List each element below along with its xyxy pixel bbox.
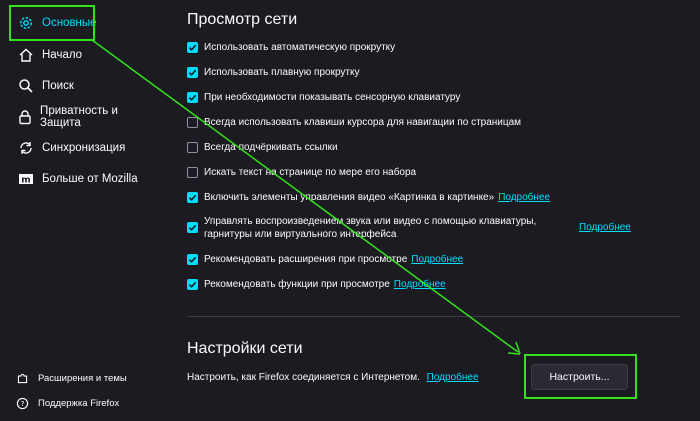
option-autoscroll[interactable]: Использовать автоматическую прокрутку xyxy=(187,41,395,54)
option-caret-browsing[interactable]: Всегда использовать клавиши курсора для … xyxy=(187,116,521,129)
sidebar-item-sync[interactable]: Синхронизация xyxy=(10,134,150,162)
highlight-box-general xyxy=(9,5,95,41)
option-label: Всегда подчёркивать ссылки xyxy=(204,142,338,153)
option-label: При необходимости показывать сенсорную к… xyxy=(204,92,461,103)
checkbox-unchecked[interactable] xyxy=(187,167,198,178)
option-picture-in-picture[interactable]: Включить элементы управления видео «Карт… xyxy=(187,191,550,204)
option-label-line2: гарнитуры или виртуального интерфейса xyxy=(204,229,397,240)
footer-item-support[interactable]: ? Поддержка Firefox xyxy=(14,394,119,412)
sync-icon xyxy=(16,138,36,158)
option-find-as-you-type[interactable]: Искать текст на странице по мере его наб… xyxy=(187,166,416,179)
option-label-line1: Управлять воспроизведением звука или вид… xyxy=(204,216,537,227)
option-recommend-features[interactable]: Рекомендовать функции при просмотре Подр… xyxy=(187,278,446,291)
sidebar-item-label: Начало xyxy=(42,49,83,61)
checkbox-unchecked[interactable] xyxy=(187,117,198,128)
learn-more-link[interactable]: Подробнее xyxy=(579,222,631,233)
learn-more-link[interactable]: Подробнее xyxy=(427,372,479,383)
network-description: Настроить, как Firefox соединяется с Инт… xyxy=(187,372,420,383)
option-label: Рекомендовать расширения при просмотре xyxy=(204,254,408,265)
footer-item-addons[interactable]: Расширения и темы xyxy=(14,369,127,387)
sidebar-item-label: Больше от Mozilla xyxy=(42,173,138,185)
search-icon xyxy=(16,76,36,96)
sidebar-item-label: Поиск xyxy=(42,80,74,92)
highlight-box-settings-button xyxy=(524,354,637,399)
option-underline-links[interactable]: Всегда подчёркивать ссылки xyxy=(187,141,338,154)
checkbox-checked[interactable] xyxy=(187,42,198,53)
checkbox-unchecked[interactable] xyxy=(187,142,198,153)
sidebar-item-home[interactable]: Начало xyxy=(10,41,150,69)
svg-text:m: m xyxy=(21,176,30,186)
checkbox-checked[interactable] xyxy=(187,67,198,78)
option-label: Искать текст на странице по мере его наб… xyxy=(204,167,417,178)
section-title-browsing: Просмотр сети xyxy=(187,11,298,28)
checkbox-checked[interactable] xyxy=(187,279,198,290)
checkbox-checked[interactable] xyxy=(187,92,198,103)
option-smooth-scroll[interactable]: Использовать плавную прокрутку xyxy=(187,66,360,79)
option-label: Включить элементы управления видео «Карт… xyxy=(204,192,495,203)
learn-more-link[interactable]: Подробнее xyxy=(411,253,463,266)
option-label: Всегда использовать клавиши курсора для … xyxy=(204,117,522,128)
sidebar-item-label: Приватность и Защита xyxy=(40,105,118,129)
svg-text:?: ? xyxy=(20,399,24,408)
sidebar-item-label: Синхронизация xyxy=(42,142,126,154)
footer-item-label: Расширения и темы xyxy=(38,372,127,384)
help-icon: ? xyxy=(14,395,30,411)
learn-more-link[interactable]: Подробнее xyxy=(498,191,550,204)
footer-item-label: Поддержка Firefox xyxy=(38,397,120,409)
option-touch-keyboard[interactable]: При необходимости показывать сенсорную к… xyxy=(187,91,460,104)
mozilla-icon: m xyxy=(16,169,36,189)
section-title-network: Настройки сети xyxy=(187,340,303,357)
learn-more-link[interactable]: Подробнее xyxy=(394,278,446,291)
option-label: Управлять воспроизведением звука или вид… xyxy=(204,215,536,241)
sidebar-item-search[interactable]: Поиск xyxy=(10,72,150,100)
checkbox-checked[interactable] xyxy=(187,222,198,233)
sidebar: Основные Начало Поиск Приватность и Защи… xyxy=(0,0,170,421)
home-icon xyxy=(16,45,36,65)
lock-icon xyxy=(16,107,34,127)
sidebar-item-privacy[interactable]: Приватность и Защита xyxy=(10,103,150,131)
network-description-row: Настроить, как Firefox соединяется с Инт… xyxy=(187,372,479,383)
sidebar-item-more-mozilla[interactable]: m Больше от Mozilla xyxy=(10,165,150,193)
puzzle-icon xyxy=(14,370,30,386)
section-divider xyxy=(187,316,680,317)
option-recommend-extensions[interactable]: Рекомендовать расширения при просмотре П… xyxy=(187,253,463,266)
option-label: Использовать автоматическую прокрутку xyxy=(204,42,396,53)
option-media-control[interactable]: Управлять воспроизведением звука или вид… xyxy=(187,215,536,241)
option-label: Рекомендовать функции при просмотре xyxy=(204,279,390,290)
option-label: Использовать плавную прокрутку xyxy=(204,67,360,78)
checkbox-checked[interactable] xyxy=(187,192,198,203)
checkbox-checked[interactable] xyxy=(187,254,198,265)
